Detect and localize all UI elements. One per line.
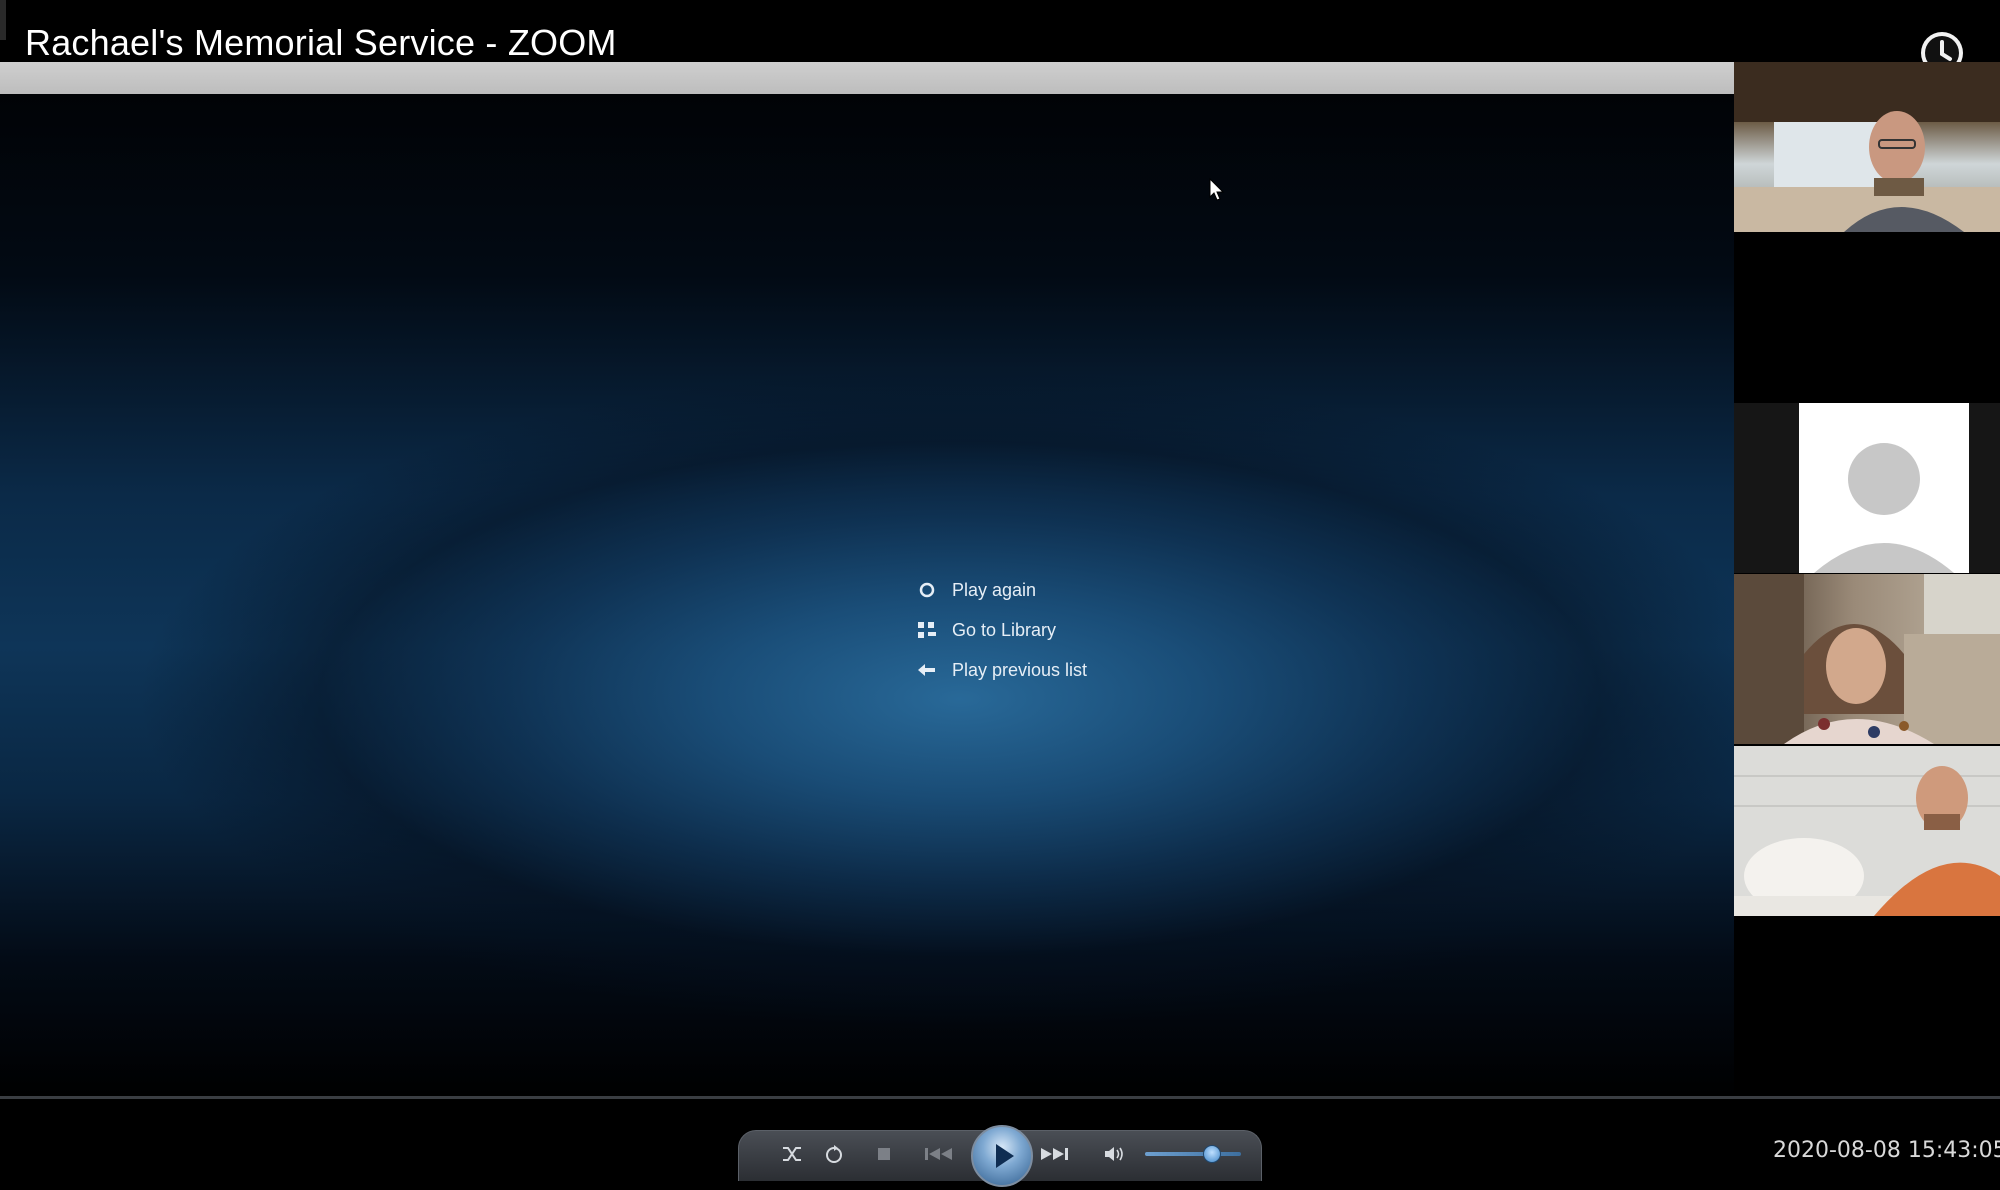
play-button[interactable] xyxy=(971,1125,1033,1187)
end-of-playback-menu: Play again Go to Library Play previous l… xyxy=(916,570,1176,690)
volume-slider-handle[interactable] xyxy=(1203,1145,1222,1163)
participant-video-2[interactable] xyxy=(1734,574,2000,744)
participant-avatar-placeholder[interactable] xyxy=(1734,403,2000,573)
previous-icon[interactable] xyxy=(921,1141,957,1172)
gray-header-strip xyxy=(0,62,1734,94)
window-title: Rachael's Memorial Service - ZOOM xyxy=(25,22,617,63)
play-previous-list-label: Play previous list xyxy=(952,659,1088,680)
play-again-option[interactable]: Play again xyxy=(916,570,1176,610)
repeat-icon[interactable] xyxy=(821,1141,847,1172)
recording-timestamp: 2020-08-08 15:43:05 xyxy=(1773,1138,2000,1163)
title-bar: Rachael's Memorial Service - ZOOM xyxy=(0,0,2000,74)
playback-controls xyxy=(738,1125,1262,1187)
seek-bar[interactable] xyxy=(0,1096,2000,1099)
stop-icon[interactable] xyxy=(871,1141,897,1172)
title-edge-marker xyxy=(0,0,6,40)
mouse-cursor-icon xyxy=(1209,177,1225,207)
library-grid-icon xyxy=(916,619,938,641)
avatar-head-icon xyxy=(1848,443,1920,515)
play-previous-list-option[interactable]: Play previous list xyxy=(916,650,1176,690)
volume-icon[interactable] xyxy=(1101,1141,1127,1172)
participant-video-3[interactable] xyxy=(1734,746,2000,916)
back-arrow-icon xyxy=(916,659,938,681)
volume-slider[interactable] xyxy=(1145,1152,1241,1156)
media-player-area[interactable]: Play again Go to Library Play previous l… xyxy=(0,94,1734,1099)
go-to-library-label: Go to Library xyxy=(952,619,1057,640)
replay-icon xyxy=(916,579,938,601)
shuffle-icon[interactable] xyxy=(779,1141,805,1172)
play-again-label: Play again xyxy=(952,579,1037,600)
play-icon xyxy=(996,1144,1014,1168)
participant-video-1[interactable] xyxy=(1734,62,2000,232)
go-to-library-option[interactable]: Go to Library xyxy=(916,610,1176,650)
next-icon[interactable] xyxy=(1037,1141,1073,1172)
